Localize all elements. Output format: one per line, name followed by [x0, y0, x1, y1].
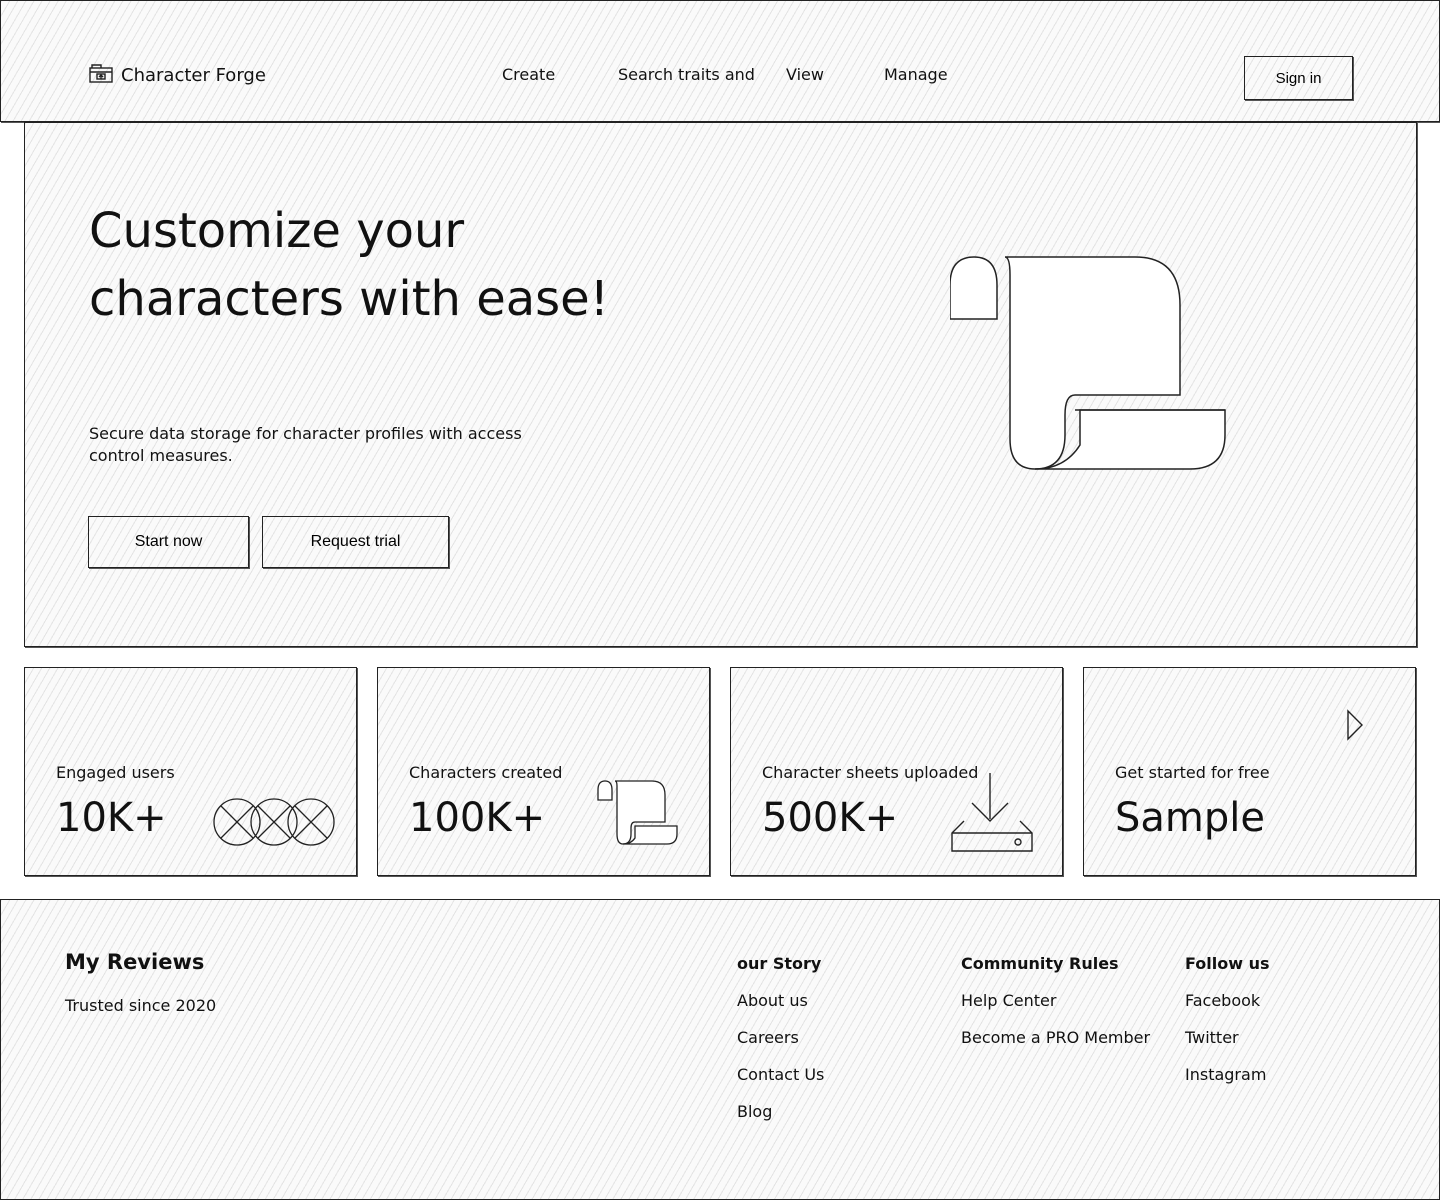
hero-subtitle: Secure data storage for character profil…: [89, 424, 522, 465]
request-trial-button[interactable]: Request trial: [262, 516, 449, 568]
archive-icon: [89, 63, 113, 87]
scroll-icon: [597, 780, 679, 850]
stat-card-users: Engaged users 10K+: [24, 667, 357, 876]
stat-value: 500K+: [762, 795, 899, 841]
download-tray-icon: [950, 771, 1036, 859]
scroll-icon: [949, 255, 1250, 475]
footer-tagline: Trusted since 2020: [65, 996, 217, 1015]
brand-name: Character Forge: [121, 64, 266, 86]
sign-in-button[interactable]: Sign in: [1244, 56, 1353, 100]
footer-title: My Reviews: [65, 950, 205, 974]
footer-link-pro[interactable]: Become a PRO Member: [961, 1028, 1150, 1047]
footer: My Reviews Trusted since 2020 our Story …: [0, 899, 1440, 1200]
stat-label: Characters created: [409, 763, 563, 782]
top-navbar: Character Forge Create Search traits and…: [0, 0, 1440, 122]
footer-link-help[interactable]: Help Center: [961, 991, 1150, 1010]
start-now-button[interactable]: Start now: [88, 516, 249, 568]
footer-link-twitter[interactable]: Twitter: [1185, 1028, 1270, 1047]
stat-value: 100K+: [409, 795, 546, 841]
hero-title-line-2: characters with ease!: [89, 271, 609, 327]
nav-view[interactable]: View: [786, 65, 824, 84]
footer-column-story: our Story About us Careers Contact Us Bl…: [737, 954, 824, 1139]
stat-card-sheets: Character sheets uploaded 500K+: [730, 667, 1063, 876]
hero-section: Customize your characters with ease! Sec…: [24, 122, 1417, 647]
footer-heading: our Story: [737, 954, 822, 973]
footer-column-community: Community Rules Help Center Become a PRO…: [961, 954, 1150, 1065]
nav-create[interactable]: Create: [502, 65, 555, 84]
nav-manage[interactable]: Manage: [884, 65, 948, 84]
footer-link-instagram[interactable]: Instagram: [1185, 1065, 1270, 1084]
footer-link-contact[interactable]: Contact Us: [737, 1065, 824, 1084]
stat-card-free[interactable]: Get started for free Sample: [1083, 667, 1416, 876]
footer-heading: Follow us: [1185, 954, 1270, 973]
stat-label: Character sheets uploaded: [762, 763, 979, 782]
nav-search-traits[interactable]: Search traits and: [618, 65, 755, 84]
stat-value: 10K+: [56, 795, 167, 841]
footer-column-follow: Follow us Facebook Twitter Instagram: [1185, 954, 1270, 1102]
stat-label: Engaged users: [56, 763, 175, 782]
footer-link-blog[interactable]: Blog: [737, 1102, 824, 1121]
play-arrow-icon[interactable]: [1346, 709, 1364, 745]
crossed-circles-icon: [213, 796, 335, 852]
footer-heading: Community Rules: [961, 954, 1119, 973]
hero-title-line-1: Customize your: [89, 203, 465, 259]
brand[interactable]: Character Forge: [89, 63, 266, 87]
hero-title: Customize your characters with ease!: [89, 197, 609, 333]
footer-link-about[interactable]: About us: [737, 991, 824, 1010]
stat-value: Sample: [1115, 795, 1265, 841]
stat-card-characters: Characters created 100K+: [377, 667, 710, 876]
footer-link-facebook[interactable]: Facebook: [1185, 991, 1270, 1010]
stat-label: Get started for free: [1115, 763, 1270, 782]
footer-link-careers[interactable]: Careers: [737, 1028, 824, 1047]
